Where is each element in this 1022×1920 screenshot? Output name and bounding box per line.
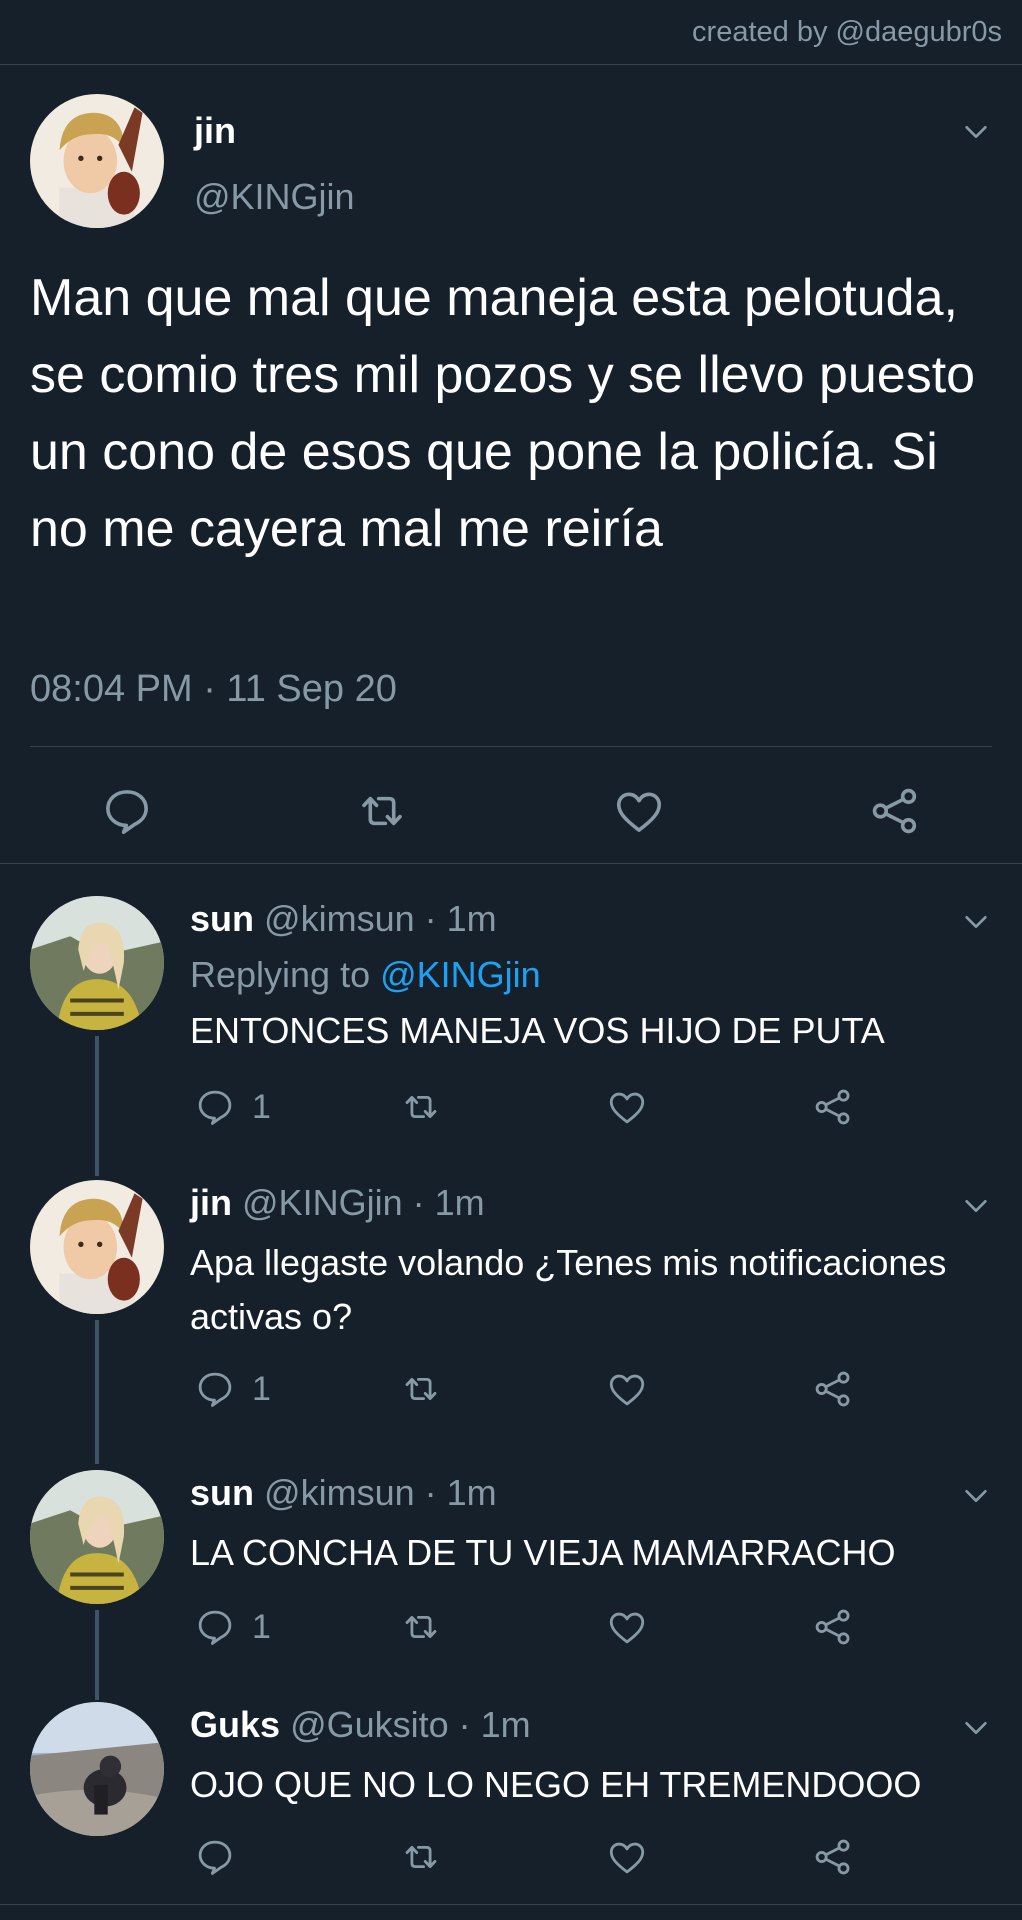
tweet-actions (0, 764, 1022, 860)
mention-link[interactable]: @KINGjin (380, 954, 541, 995)
author-name[interactable]: jin (190, 1182, 232, 1223)
reply-text: Apa llegaste volando ¿Tenes mis notifica… (190, 1242, 947, 1337)
reply-actions: 1 (0, 1086, 1022, 1136)
share-icon[interactable] (812, 1606, 854, 1648)
author-name[interactable]: sun (190, 898, 254, 939)
share-icon[interactable] (868, 784, 922, 838)
reply-tweet: sun @kimsun · 1m LA CONCHA DE TU VIEJA M… (0, 1440, 1022, 1700)
retweet-icon[interactable] (400, 1606, 442, 1648)
comment-icon[interactable] (100, 784, 154, 838)
reply-time: · 1m (424, 1472, 497, 1513)
retweet-icon[interactable] (355, 784, 409, 838)
reply-count: 1 (252, 1608, 271, 1646)
like-icon[interactable] (612, 784, 666, 838)
reply-header: sun @kimsun · 1m (190, 898, 497, 940)
retweet-icon[interactable] (400, 1086, 442, 1128)
comment-icon[interactable] (194, 1368, 236, 1410)
divider (30, 746, 992, 747)
like-icon[interactable] (606, 1086, 648, 1128)
chevron-down-icon[interactable] (960, 906, 992, 938)
avatar[interactable] (30, 94, 164, 228)
replying-label: Replying to (190, 954, 371, 995)
reply-time: · 1m (424, 898, 497, 939)
comment-icon[interactable] (194, 1086, 236, 1128)
reply-text: OJO QUE NO LO NEGO EH TREMENDOOO (190, 1764, 922, 1805)
chevron-down-icon[interactable] (960, 1480, 992, 1512)
like-icon[interactable] (606, 1606, 648, 1648)
author-name[interactable]: sun (190, 1472, 254, 1513)
author-handle[interactable]: @KINGjin (194, 176, 355, 218)
thread-line (95, 1440, 99, 1464)
share-icon[interactable] (812, 1086, 854, 1128)
comment-icon[interactable] (194, 1606, 236, 1648)
tweet-timestamp[interactable]: 08:04 PM · 11 Sep 20 (30, 668, 397, 711)
chevron-down-icon[interactable] (960, 1190, 992, 1222)
avatar[interactable] (30, 1702, 164, 1836)
reply-count: 1 (252, 1370, 271, 1408)
reply-header: sun @kimsun · 1m (190, 1472, 497, 1514)
reply-tweet: sun @kimsun · 1m Replying to @KINGjin EN… (0, 896, 1022, 1176)
author-handle[interactable]: @Guksito (290, 1704, 449, 1745)
share-icon[interactable] (812, 1836, 854, 1878)
thread-line (95, 1140, 99, 1174)
reply-actions: 1 (0, 1606, 1022, 1656)
main-tweet: jin @KINGjin Man que mal que maneja esta… (0, 64, 1022, 864)
author-handle[interactable]: @KINGjin (242, 1182, 403, 1223)
reply-header: jin @KINGjin · 1m (190, 1182, 485, 1224)
reply-time: · 1m (412, 1182, 485, 1223)
author-name[interactable]: Guks (190, 1704, 280, 1745)
like-icon[interactable] (606, 1836, 648, 1878)
replying-to: Replying to @KINGjin (190, 954, 541, 996)
author-handle[interactable]: @kimsun (264, 898, 415, 939)
chevron-down-icon[interactable] (960, 1712, 992, 1744)
reply-actions (0, 1836, 1022, 1886)
divider (0, 1904, 1022, 1905)
avatar[interactable] (30, 1470, 164, 1604)
avatar[interactable] (30, 896, 164, 1030)
reply-actions: 1 (0, 1368, 1022, 1418)
retweet-icon[interactable] (400, 1836, 442, 1878)
reply-count: 1 (252, 1088, 271, 1126)
chevron-down-icon[interactable] (960, 116, 992, 148)
tweet-text: Man que mal que maneja esta pelotuda, se… (30, 269, 976, 558)
comment-icon[interactable] (194, 1836, 236, 1878)
retweet-icon[interactable] (400, 1368, 442, 1410)
reply-time: · 1m (458, 1704, 531, 1745)
avatar[interactable] (30, 1180, 164, 1314)
creator-credit: created by @daegubr0s (692, 16, 1002, 48)
divider (0, 863, 1022, 864)
reply-text: ENTONCES MANEJA VOS HIJO DE PUTA (190, 1010, 885, 1051)
reply-tweet: jin @KINGjin · 1m Apa llegaste volando ¿… (0, 1140, 1022, 1460)
like-icon[interactable] (606, 1368, 648, 1410)
author-handle[interactable]: @kimsun (264, 1472, 415, 1513)
author-name[interactable]: jin (194, 110, 236, 152)
reply-text: LA CONCHA DE TU VIEJA MAMARRACHO (190, 1532, 896, 1573)
reply-tweet: Guks @Guksito · 1m OJO QUE NO LO NEGO EH… (0, 1702, 1022, 1902)
reply-header: Guks @Guksito · 1m (190, 1704, 531, 1746)
share-icon[interactable] (812, 1368, 854, 1410)
